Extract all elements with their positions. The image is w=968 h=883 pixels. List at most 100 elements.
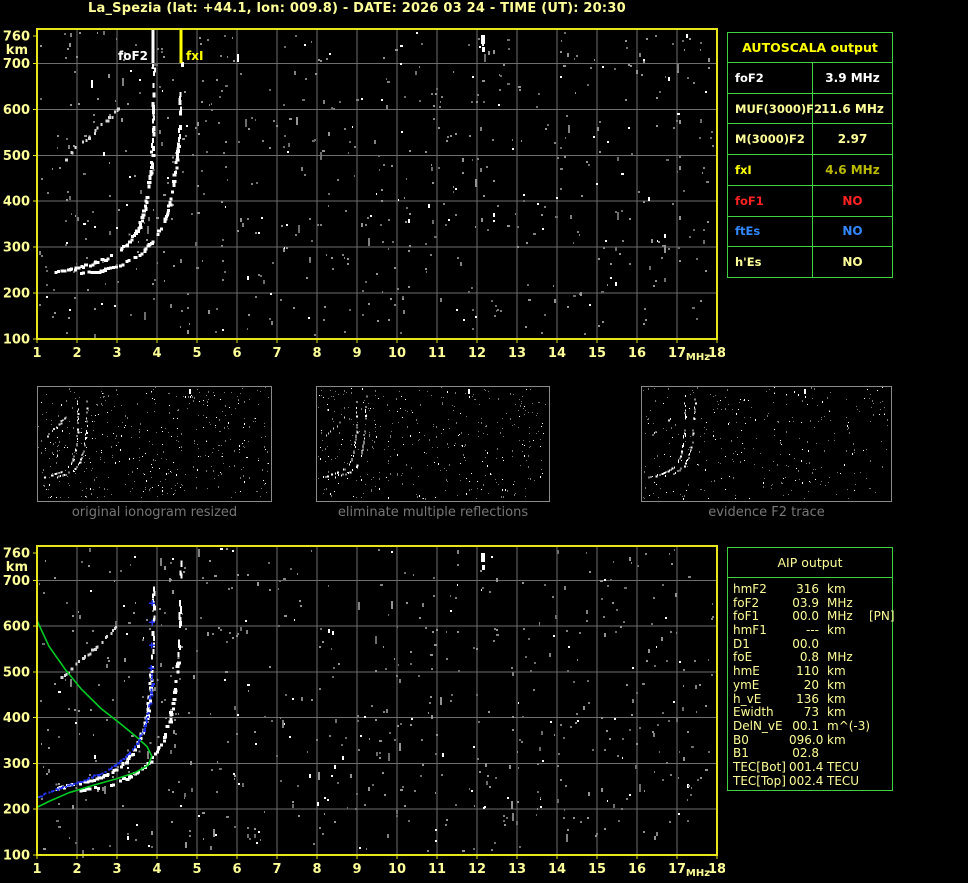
X-trace-dot (692, 441, 694, 444)
X-trace-dot (133, 256, 138, 260)
X-trace-dot (175, 158, 180, 162)
scaled-ionogram-layers: 760700600500400300200100km1 2 3 4 5 6 7 8 9 10 11 1… (3, 28, 725, 363)
x-axis-tick-label: 16 (628, 862, 646, 877)
X-asymptote-dot (693, 406, 695, 409)
aip-u: km (827, 664, 846, 679)
X-trace-dot (347, 472, 349, 474)
y-axis-tick-label: 600 (3, 103, 30, 118)
X-trace-dot (65, 473, 67, 476)
O-trace-dot (650, 476, 652, 478)
second-hop-dot (668, 419, 671, 422)
restored-O-trace-dot (101, 772, 104, 775)
O-trace-dot (648, 476, 650, 479)
O-trace-dot (683, 442, 685, 445)
O-trace-dot (74, 266, 78, 270)
O-trace-dot (126, 243, 130, 247)
X-asymptote-dot (179, 600, 181, 606)
X-trace-dot (363, 442, 365, 445)
O-trace-dot (76, 435, 78, 437)
autoscala-row-foF1: foF1 NO (728, 184, 892, 216)
restored-O-trace-dot (151, 673, 154, 676)
X-trace-dot (93, 270, 98, 274)
autoscala-param-label: ftEs (728, 216, 813, 247)
X-trace-dot (176, 661, 181, 665)
O-trace-dot (331, 473, 334, 476)
O-trace-dot (77, 266, 81, 270)
X-asymptote-dot (694, 402, 697, 405)
O-trace-dot (84, 263, 88, 267)
X-trace-dot (175, 166, 179, 170)
O-asymptote-dot (153, 586, 156, 592)
O-asymptote-dot (77, 400, 79, 403)
restored-O-trace-dot (147, 716, 150, 718)
thumbnail-eliminate-reflections (316, 386, 550, 502)
restored-O-trace-dot (44, 792, 47, 795)
second-hop-dot (117, 107, 121, 111)
X-trace-dot (59, 474, 61, 477)
aip-l: hmF2 (733, 582, 767, 596)
X-asymptote-dot (86, 400, 88, 403)
X-trace-dot (167, 209, 171, 213)
x-axis-tick-label: 14 (548, 862, 566, 877)
x-axis-tick-label: 8 (312, 346, 321, 361)
restored-O-trace-dot (40, 795, 43, 798)
aip-x (867, 638, 892, 652)
y-axis-tick-label: 200 (3, 287, 30, 302)
aip-row-foF1: foF1 00.0 MHz [PN] (733, 609, 895, 624)
O-trace-dot (680, 455, 683, 458)
O-asymptote-dot (684, 405, 686, 407)
O-trace-dot (149, 160, 153, 164)
aip-u: km (827, 705, 846, 720)
X-trace-dot (686, 458, 688, 461)
restored-O-trace-dot (66, 784, 70, 787)
autoscala-param-label: foF2 (728, 63, 813, 93)
O-trace-dot (663, 472, 666, 475)
X-trace-dot (81, 454, 83, 457)
X-asymptote-dot (180, 106, 182, 112)
O-asymptote-dot (78, 417, 79, 420)
O-trace-dot (679, 457, 681, 460)
O-asymptote-dot (152, 92, 156, 98)
X-asymptote-dot (179, 570, 182, 576)
aip-v: 03.9 (792, 595, 819, 610)
aip-x (867, 624, 892, 638)
restored-O-trace-dot (107, 768, 110, 771)
O-trace-dot (114, 768, 119, 772)
autoscala-param-value: NO (842, 224, 863, 239)
O-trace-dot (150, 165, 154, 169)
O-trace-dot (121, 762, 125, 766)
second-hop-dot (65, 673, 68, 677)
X-trace-dot (157, 745, 161, 749)
aip-u: MHz (827, 609, 853, 624)
X-trace-dot (362, 444, 364, 447)
restored-O-trace-dot (72, 783, 75, 786)
aip-u: km (827, 691, 846, 706)
restored-O-trace-dot (132, 748, 135, 751)
restored-O-trace-dot (65, 786, 68, 789)
aip-v: 00.0 (792, 609, 819, 624)
x-axis-tick-label: 8 (312, 862, 321, 877)
X-trace-dot (176, 142, 180, 146)
O-asymptote-dot (77, 410, 79, 413)
X-asymptote-dot (178, 134, 181, 139)
O-asymptote-dot (355, 411, 357, 414)
O-trace-dot (145, 196, 150, 200)
aip-row-B1: B1 02.8 (733, 747, 892, 761)
aip-l: B0 (733, 732, 749, 747)
O-trace-dot (71, 461, 73, 464)
O-trace-dot (137, 229, 140, 233)
thumbnail-caption-evidence: evidence F2 trace (708, 505, 825, 520)
restored-O-trace-dot (145, 719, 148, 722)
X-trace-dot (165, 725, 170, 728)
restored-O-trace-dot (150, 678, 153, 681)
restored-O-trace-dot (48, 791, 51, 794)
thumbnail-caption-eliminate: eliminate multiple reflections (337, 505, 529, 520)
O-trace-dot (143, 204, 147, 208)
O-trace-dot (352, 455, 354, 458)
X-trace-dot (84, 444, 86, 447)
X-trace-dot (688, 457, 690, 460)
second-hop-dot (48, 433, 50, 436)
O-trace-dot (349, 460, 351, 463)
O-trace-dot (661, 473, 664, 476)
x-axis-tick-label: 12 (468, 346, 486, 361)
